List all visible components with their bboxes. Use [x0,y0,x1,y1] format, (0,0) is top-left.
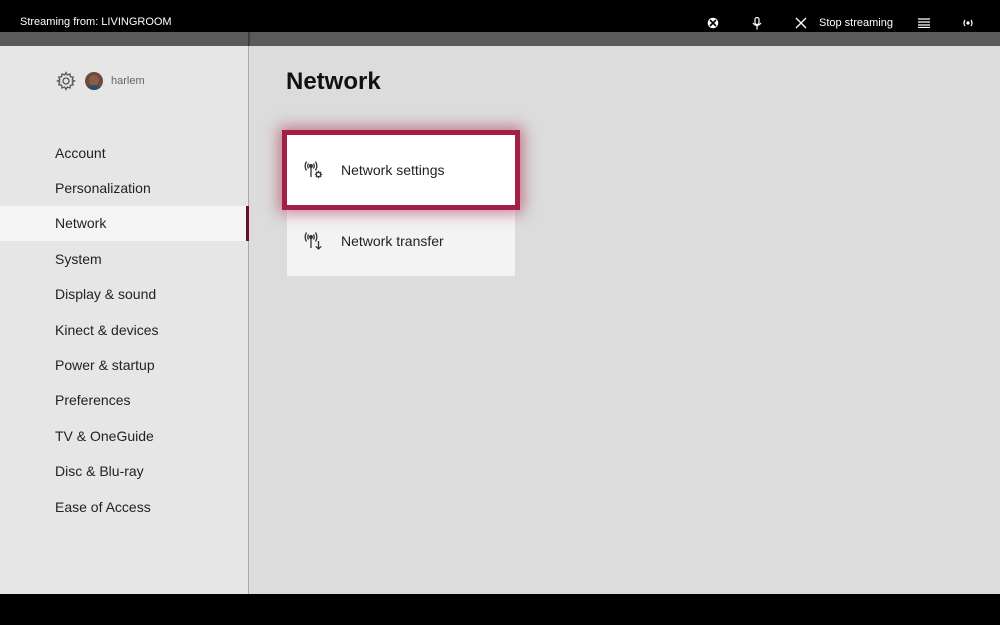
sidebar-item-tv-oneguide[interactable]: TV & OneGuide [0,418,249,453]
username: harlem [111,75,145,87]
header-strip [0,32,1000,46]
sidebar-item-power-startup[interactable]: Power & startup [0,347,249,382]
network-transfer-tile[interactable]: Network transfer [287,206,515,276]
network-settings-label: Network settings [341,162,445,178]
settings-nav: Account Personalization Network System D… [0,135,250,524]
streaming-bar: Streaming from: LIVINGROOM Stop streamin… [0,0,1000,32]
user-profile[interactable]: harlem [55,70,145,92]
gear-icon [55,71,77,91]
menu-icon[interactable] [917,16,931,30]
sidebar-item-account[interactable]: Account [0,135,249,170]
avatar [85,72,103,90]
sidebar-item-ease-of-access[interactable]: Ease of Access [0,489,249,524]
sidebar-item-disc-bluray[interactable]: Disc & Blu-ray [0,454,249,489]
sidebar-item-kinect-devices[interactable]: Kinect & devices [0,312,249,347]
page-title: Network [286,68,381,95]
network-transfer-icon [303,230,325,252]
microphone-icon[interactable] [750,16,764,30]
streaming-source-label: Streaming from: LIVINGROOM [20,16,172,28]
sidebar-item-network[interactable]: Network [0,205,250,242]
sidebar-item-personalization[interactable]: Personalization [0,170,249,205]
network-panel: Network Network settings Network transfe… [249,46,1000,594]
sidebar-item-preferences[interactable]: Preferences [0,383,249,418]
close-icon[interactable] [794,16,808,30]
bottom-bar [0,594,1000,625]
network-transfer-label: Network transfer [341,233,444,249]
network-settings-tile[interactable]: Network settings [282,130,520,210]
xbox-icon[interactable] [706,16,720,30]
broadcast-icon[interactable] [961,16,975,30]
header-divider [248,32,250,46]
settings-sidebar: harlem Account Personalization Network S… [0,46,250,594]
network-settings-icon [303,159,325,181]
sidebar-item-display-sound[interactable]: Display & sound [0,277,249,312]
sidebar-item-system[interactable]: System [0,241,249,276]
stop-streaming-button[interactable]: Stop streaming [819,17,893,29]
